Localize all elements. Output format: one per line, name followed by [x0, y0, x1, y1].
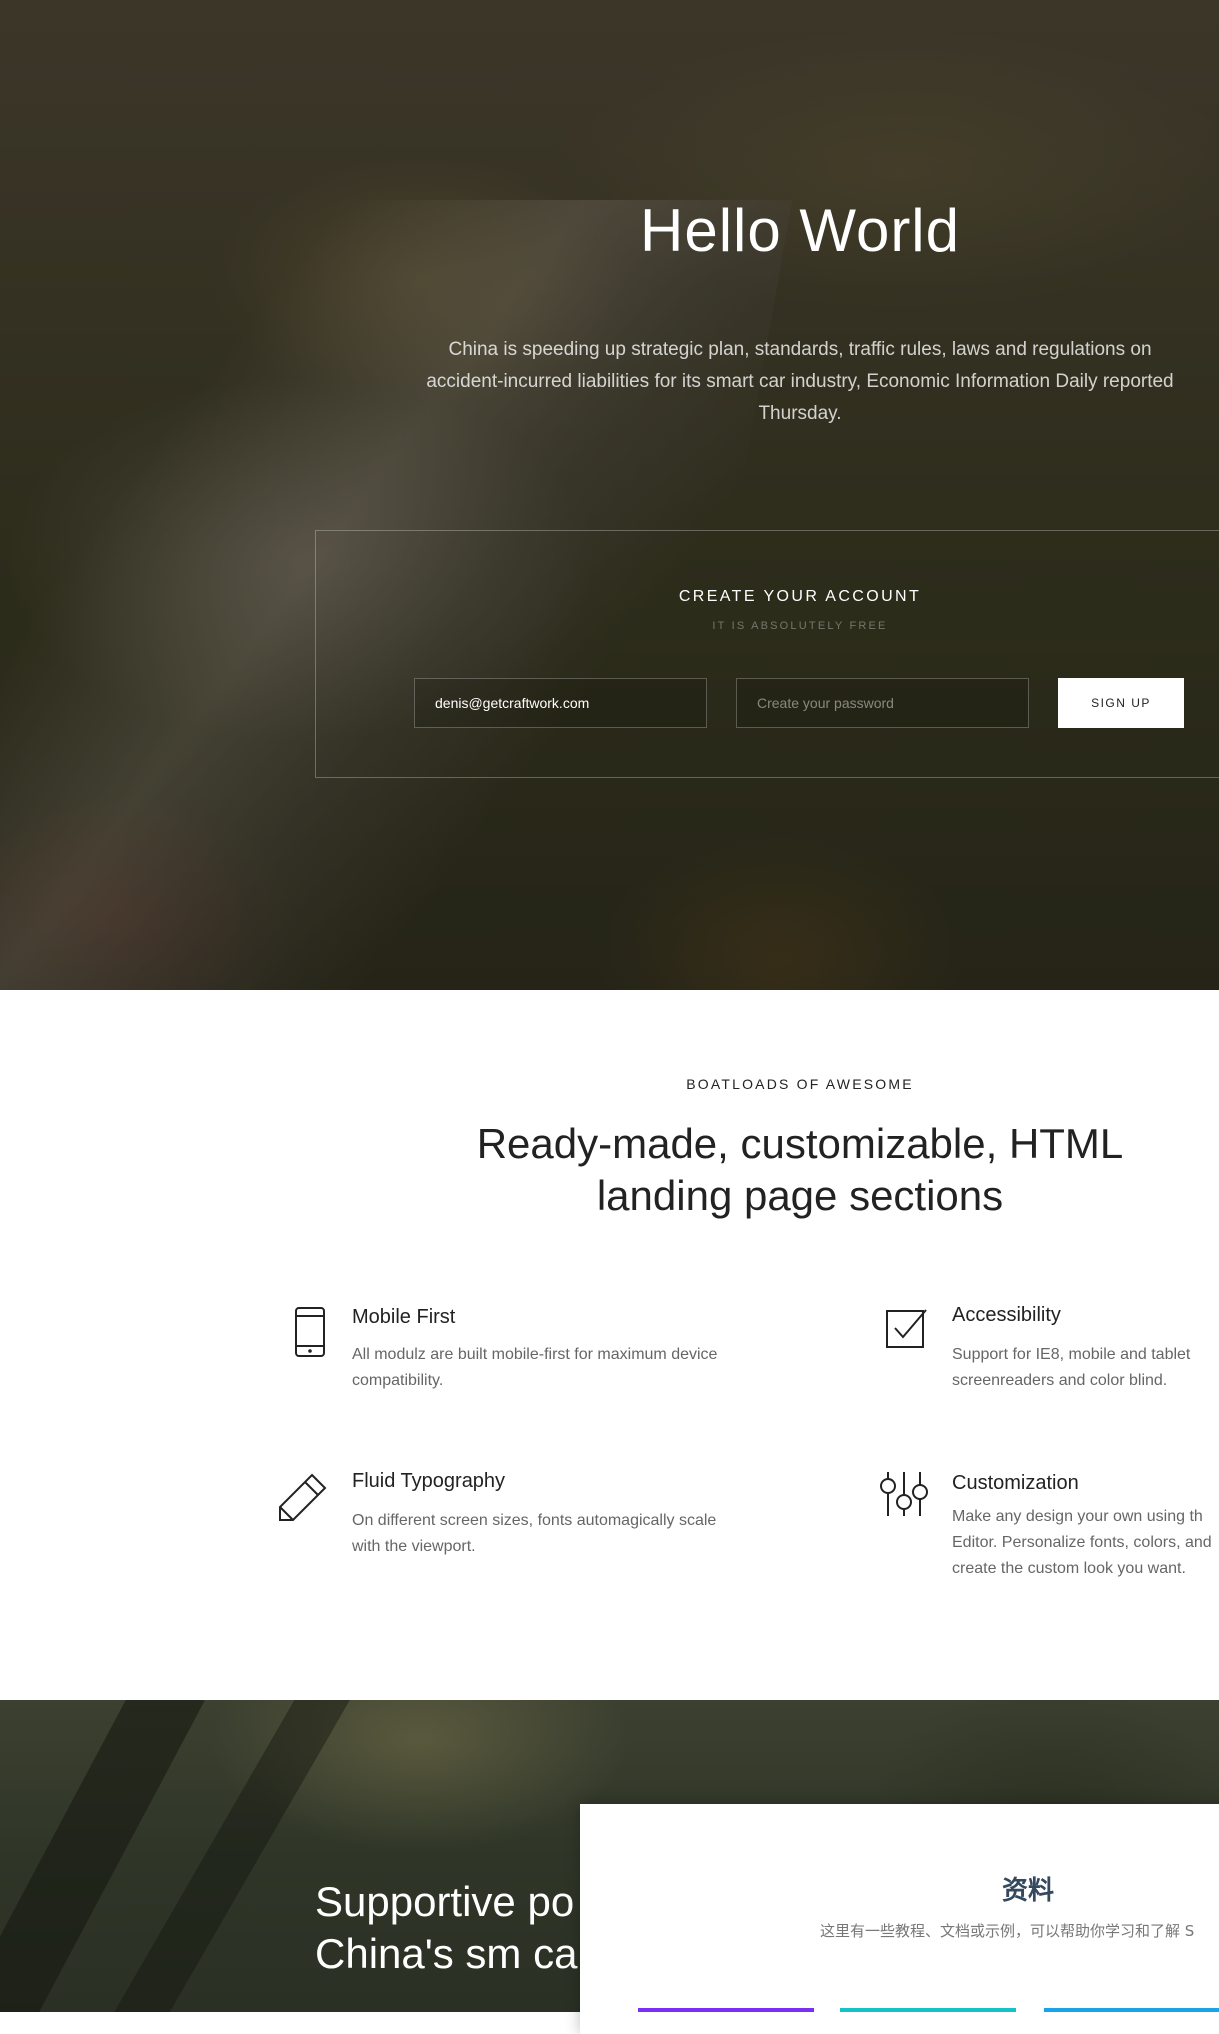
- signup-form-box: [315, 530, 1219, 778]
- feature-title: Customization: [952, 1472, 1079, 1494]
- mobile-phone-icon: [295, 1307, 325, 1357]
- features-eyebrow: BOATLOADS OF AWESOME: [686, 1076, 914, 1092]
- hero-title: Hello World: [640, 197, 960, 264]
- hero-overlay: [0, 0, 1219, 990]
- feature-title: Mobile First: [352, 1306, 456, 1328]
- sign-up-button[interactable]: SIGN UP: [1058, 678, 1184, 728]
- feature-title: Accessibility: [952, 1304, 1061, 1326]
- popup-button[interactable]: [1044, 2008, 1219, 2012]
- feature-item: Mobile First All modulz are built mobile…: [276, 1306, 736, 1396]
- popup-button[interactable]: [638, 2008, 814, 2012]
- feature-item: Accessibility Support for IE8, mobile an…: [876, 1304, 1219, 1394]
- feature-text: All modulz are built mobile-first for ma…: [352, 1346, 718, 1389]
- hero-description: China is speeding up strategic plan, sta…: [426, 339, 1174, 424]
- feature-title: Fluid Typography: [352, 1470, 506, 1492]
- popup-button[interactable]: [840, 2008, 1016, 2012]
- feature-item: Fluid Typography On different screen siz…: [276, 1470, 736, 1560]
- feature-text: Make any design your own using th Editor…: [952, 1508, 1212, 1577]
- email-field[interactable]: [414, 678, 707, 728]
- checkbox-icon: [886, 1309, 927, 1348]
- popup-title-text: 资料: [1002, 1876, 1055, 1906]
- feature-text: On different screen sizes, fonts automag…: [352, 1512, 717, 1555]
- signup-subtitle: IT IS ABSOLUTELY FREE: [712, 620, 888, 632]
- feature-item: Customization Make any design your own u…: [876, 1470, 1219, 1580]
- popup-description: 这里有一些教程、文档或示例，可以帮助你学习和了解 S: [820, 1922, 1195, 1940]
- pencil-icon: [279, 1473, 327, 1521]
- signup-title: CREATE YOUR ACCOUNT: [678, 588, 922, 605]
- features-title: Ready-made, customizable, HTML landing p…: [476, 1120, 1124, 1219]
- password-field[interactable]: [736, 678, 1029, 728]
- sliders-icon: [880, 1472, 928, 1516]
- resources-popup: [580, 1804, 1219, 2034]
- feature-text: Support for IE8, mobile and tablet scree…: [952, 1346, 1191, 1389]
- hero-section: [0, 0, 1219, 990]
